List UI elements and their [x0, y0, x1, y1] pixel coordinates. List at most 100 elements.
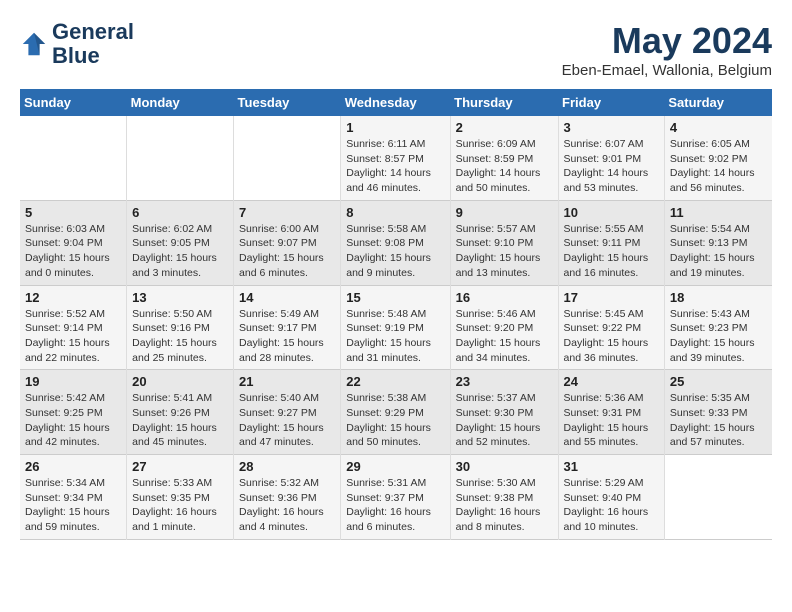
day-info: Sunrise: 5:58 AM Sunset: 9:08 PM Dayligh…	[346, 222, 444, 281]
calendar-week-row: 26Sunrise: 5:34 AM Sunset: 9:34 PM Dayli…	[20, 455, 772, 540]
weekday-header-monday: Monday	[127, 89, 234, 116]
weekday-header-friday: Friday	[558, 89, 664, 116]
calendar-cell: 10 Sunrise: 5:55 AM Sunset: 9:11 PM Dayli…	[558, 200, 664, 285]
calendar-cell: 23 Sunrise: 5:37 AM Sunset: 9:30 PM Dayli…	[450, 370, 558, 455]
calendar-cell: 14Sunrise: 5:49 AM Sunset: 9:17 PM Dayli…	[234, 285, 341, 370]
day-number: 23	[456, 374, 553, 389]
day-number: 28	[239, 459, 335, 474]
day-info: Sunrise: 5:32 AM Sunset: 9:36 PM Dayligh…	[239, 476, 335, 535]
calendar-cell: 20 Sunrise: 5:41 AM Sunset: 9:26 PM Dayli…	[127, 370, 234, 455]
day-number: 19	[25, 374, 121, 389]
logo: General Blue	[20, 20, 134, 68]
calendar-cell: 19 Sunrise: 5:42 AM Sunset: 9:25 PM Dayli…	[20, 370, 127, 455]
day-number: 16	[456, 290, 553, 305]
day-info: Sunrise: 6:03 AM Sunset: 9:04 PM Dayligh…	[25, 222, 121, 281]
calendar-cell: 7 Sunrise: 6:00 AM Sunset: 9:07 PM Daylig…	[234, 200, 341, 285]
location: Eben-Emael, Wallonia, Belgium	[562, 62, 772, 79]
calendar-cell: 29Sunrise: 5:31 AM Sunset: 9:37 PM Dayli…	[341, 455, 450, 540]
weekday-header-thursday: Thursday	[450, 89, 558, 116]
title-area: May 2024 Eben-Emael, Wallonia, Belgium	[562, 20, 772, 79]
day-number: 22	[346, 374, 444, 389]
calendar-cell: 5 Sunrise: 6:03 AM Sunset: 9:04 PM Daylig…	[20, 200, 127, 285]
day-number: 18	[670, 290, 767, 305]
day-number: 27	[132, 459, 228, 474]
calendar-cell: 6 Sunrise: 6:02 AM Sunset: 9:05 PM Daylig…	[127, 200, 234, 285]
day-info: Sunrise: 5:50 AM Sunset: 9:16 PM Dayligh…	[132, 307, 228, 366]
calendar-cell: 21 Sunrise: 5:40 AM Sunset: 9:27 PM Dayli…	[234, 370, 341, 455]
day-number: 20	[132, 374, 228, 389]
day-number: 12	[25, 290, 121, 305]
day-number: 6	[132, 205, 228, 220]
weekday-header-tuesday: Tuesday	[234, 89, 341, 116]
calendar-cell: 13Sunrise: 5:50 AM Sunset: 9:16 PM Dayli…	[127, 285, 234, 370]
day-number: 1	[346, 120, 444, 135]
day-info: Sunrise: 5:57 AM Sunset: 9:10 PM Dayligh…	[456, 222, 553, 281]
day-info: Sunrise: 5:40 AM Sunset: 9:27 PM Dayligh…	[239, 391, 335, 450]
day-info: Sunrise: 6:09 AM Sunset: 8:59 PM Dayligh…	[456, 137, 553, 196]
calendar-cell	[234, 116, 341, 200]
calendar-cell: 9 Sunrise: 5:57 AM Sunset: 9:10 PM Daylig…	[450, 200, 558, 285]
weekday-header-row: SundayMondayTuesdayWednesdayThursdayFrid…	[20, 89, 772, 116]
weekday-header-saturday: Saturday	[664, 89, 772, 116]
day-info: Sunrise: 5:52 AM Sunset: 9:14 PM Dayligh…	[25, 307, 121, 366]
weekday-header-sunday: Sunday	[20, 89, 127, 116]
calendar-cell: 18 Sunrise: 5:43 AM Sunset: 9:23 PM Dayli…	[664, 285, 772, 370]
day-info: Sunrise: 5:37 AM Sunset: 9:30 PM Dayligh…	[456, 391, 553, 450]
day-number: 17	[564, 290, 659, 305]
day-info: Sunrise: 5:48 AM Sunset: 9:19 PM Dayligh…	[346, 307, 444, 366]
logo-text: General Blue	[52, 20, 134, 68]
page-header: General Blue May 2024 Eben-Emael, Wallon…	[20, 20, 772, 79]
day-number: 21	[239, 374, 335, 389]
day-number: 24	[564, 374, 659, 389]
day-number: 7	[239, 205, 335, 220]
day-info: Sunrise: 5:55 AM Sunset: 9:11 PM Dayligh…	[564, 222, 659, 281]
calendar-cell: 12 Sunrise: 5:52 AM Sunset: 9:14 PM Dayli…	[20, 285, 127, 370]
day-info: Sunrise: 5:41 AM Sunset: 9:26 PM Dayligh…	[132, 391, 228, 450]
day-info: Sunrise: 5:33 AM Sunset: 9:35 PM Dayligh…	[132, 476, 228, 535]
day-number: 8	[346, 205, 444, 220]
day-info: Sunrise: 5:46 AM Sunset: 9:20 PM Dayligh…	[456, 307, 553, 366]
calendar-cell: 24 Sunrise: 5:36 AM Sunset: 9:31 PM Dayli…	[558, 370, 664, 455]
day-number: 29	[346, 459, 444, 474]
day-info: Sunrise: 5:36 AM Sunset: 9:31 PM Dayligh…	[564, 391, 659, 450]
day-info: Sunrise: 6:00 AM Sunset: 9:07 PM Dayligh…	[239, 222, 335, 281]
calendar-cell: 25Sunrise: 5:35 AM Sunset: 9:33 PM Dayli…	[664, 370, 772, 455]
calendar-cell: 8 Sunrise: 5:58 AM Sunset: 9:08 PM Daylig…	[341, 200, 450, 285]
day-info: Sunrise: 5:29 AM Sunset: 9:40 PM Dayligh…	[564, 476, 659, 535]
calendar-cell: 30Sunrise: 5:30 AM Sunset: 9:38 PM Dayli…	[450, 455, 558, 540]
day-number: 10	[564, 205, 659, 220]
calendar-cell	[127, 116, 234, 200]
weekday-header-wednesday: Wednesday	[341, 89, 450, 116]
day-info: Sunrise: 6:11 AM Sunset: 8:57 PM Dayligh…	[346, 137, 444, 196]
calendar-cell: 15 Sunrise: 5:48 AM Sunset: 9:19 PM Dayli…	[341, 285, 450, 370]
day-info: Sunrise: 5:42 AM Sunset: 9:25 PM Dayligh…	[25, 391, 121, 450]
day-info: Sunrise: 5:54 AM Sunset: 9:13 PM Dayligh…	[670, 222, 767, 281]
day-info: Sunrise: 5:43 AM Sunset: 9:23 PM Dayligh…	[670, 307, 767, 366]
day-info: Sunrise: 5:30 AM Sunset: 9:38 PM Dayligh…	[456, 476, 553, 535]
calendar-cell: 28 Sunrise: 5:32 AM Sunset: 9:36 PM Dayli…	[234, 455, 341, 540]
calendar-week-row: 12 Sunrise: 5:52 AM Sunset: 9:14 PM Dayli…	[20, 285, 772, 370]
calendar-cell: 1 Sunrise: 6:11 AM Sunset: 8:57 PM Daylig…	[341, 116, 450, 200]
day-number: 9	[456, 205, 553, 220]
calendar-cell: 11Sunrise: 5:54 AM Sunset: 9:13 PM Dayli…	[664, 200, 772, 285]
day-number: 5	[25, 205, 121, 220]
calendar-table: SundayMondayTuesdayWednesdayThursdayFrid…	[20, 89, 772, 540]
calendar-cell	[20, 116, 127, 200]
day-number: 31	[564, 459, 659, 474]
day-number: 15	[346, 290, 444, 305]
day-info: Sunrise: 5:45 AM Sunset: 9:22 PM Dayligh…	[564, 307, 659, 366]
day-info: Sunrise: 6:02 AM Sunset: 9:05 PM Dayligh…	[132, 222, 228, 281]
calendar-cell: 16 Sunrise: 5:46 AM Sunset: 9:20 PM Dayli…	[450, 285, 558, 370]
calendar-week-row: 5 Sunrise: 6:03 AM Sunset: 9:04 PM Daylig…	[20, 200, 772, 285]
day-info: Sunrise: 5:38 AM Sunset: 9:29 PM Dayligh…	[346, 391, 444, 450]
calendar-cell: 22 Sunrise: 5:38 AM Sunset: 9:29 PM Dayli…	[341, 370, 450, 455]
day-info: Sunrise: 6:05 AM Sunset: 9:02 PM Dayligh…	[670, 137, 767, 196]
calendar-cell: 26Sunrise: 5:34 AM Sunset: 9:34 PM Dayli…	[20, 455, 127, 540]
calendar-cell: 3Sunrise: 6:07 AM Sunset: 9:01 PM Daylig…	[558, 116, 664, 200]
month-title: May 2024	[562, 20, 772, 62]
calendar-week-row: 19 Sunrise: 5:42 AM Sunset: 9:25 PM Dayli…	[20, 370, 772, 455]
calendar-cell	[664, 455, 772, 540]
calendar-week-row: 1 Sunrise: 6:11 AM Sunset: 8:57 PM Daylig…	[20, 116, 772, 200]
calendar-cell: 27 Sunrise: 5:33 AM Sunset: 9:35 PM Dayli…	[127, 455, 234, 540]
calendar-cell: 4Sunrise: 6:05 AM Sunset: 9:02 PM Daylig…	[664, 116, 772, 200]
